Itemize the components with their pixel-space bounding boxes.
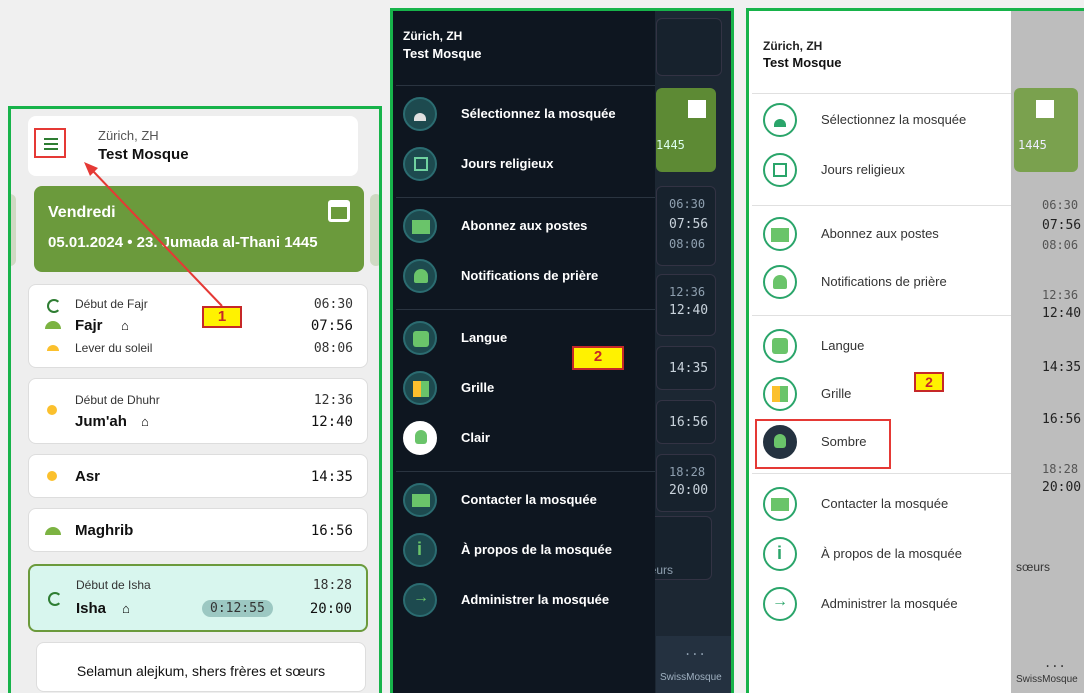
panel3-frame — [746, 8, 1084, 693]
panel2-frame — [390, 8, 734, 693]
marker-2-dark: 2 — [572, 346, 624, 370]
marker-2-light: 2 — [914, 372, 944, 392]
marker-1: 1 — [202, 306, 242, 328]
